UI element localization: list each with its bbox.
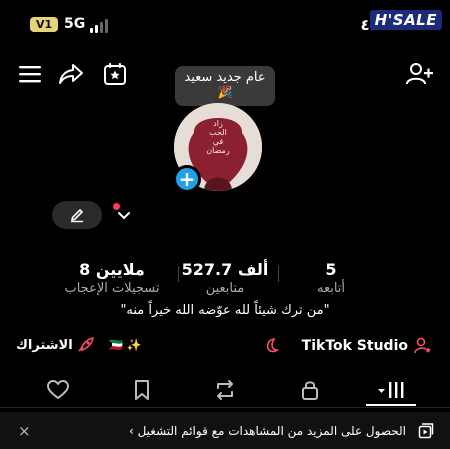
signal-icon — [90, 19, 110, 33]
chevron-left-icon: › — [128, 424, 134, 438]
menu-icon[interactable] — [16, 60, 44, 88]
stat-following[interactable]: 5 أتابعه — [296, 260, 366, 296]
add-user-icon[interactable] — [404, 59, 436, 89]
calendar-star-icon[interactable] — [100, 59, 130, 89]
banner-text-wrap: الحصول على المزيد من المشاهدات مع قوائم … — [129, 424, 406, 438]
avatar-caption-line: الحب — [209, 128, 227, 137]
following-label: أتابعه — [316, 281, 346, 296]
flag-emojis: 🇰🇼 ✨ — [108, 338, 142, 352]
tiktok-studio-label: TikTok Studio — [301, 338, 408, 354]
tiktok-studio-link[interactable]: TikTok Studio — [266, 337, 432, 355]
close-icon[interactable]: × — [18, 422, 31, 440]
moon-icon — [266, 337, 279, 353]
playlist-banner[interactable]: × الحصول على المزيد من المشاهدات مع قوائ… — [0, 412, 450, 449]
stat-likes[interactable]: 8 ملايين تسجيلات الإعجاب — [64, 260, 160, 296]
stat-divider — [178, 266, 179, 282]
heart-icon — [47, 380, 69, 399]
likes-count: 8 ملايين — [79, 260, 145, 279]
tab-liked[interactable] — [38, 372, 78, 408]
playlist-icon — [418, 423, 434, 443]
banner-text: الحصول على المزيد من المشاهدات مع قوائم … — [137, 424, 406, 438]
avatar-caption-line: زاد — [213, 119, 223, 128]
edit-profile-button[interactable] — [52, 201, 102, 229]
new-year-tooltip: عام جديد سعيد 🎉 — [175, 66, 275, 112]
lock-icon — [302, 381, 318, 400]
chevron-down-icon[interactable] — [117, 206, 131, 225]
grid-icon — [378, 382, 404, 398]
stat-divider — [278, 266, 279, 282]
followers-count: 527.7 ألف — [181, 260, 269, 279]
subscribe-link[interactable]: الاشتراك — [16, 337, 95, 353]
rocket-icon — [78, 337, 94, 352]
watermark: H'SALE — [369, 10, 442, 30]
add-story-button[interactable]: + — [173, 165, 201, 193]
tab-private[interactable] — [290, 372, 330, 408]
share-icon[interactable] — [56, 59, 86, 89]
active-tab-indicator — [366, 404, 416, 406]
repost-icon — [217, 380, 233, 400]
subscribe-label: الاشتراك — [16, 337, 73, 353]
tab-saved[interactable] — [122, 372, 162, 408]
avatar-caption-line: رمضان — [206, 146, 230, 155]
bookmark-icon — [135, 380, 149, 400]
tooltip-text: عام جديد سعيد — [184, 70, 266, 85]
likes-label: تسجيلات الإعجاب — [64, 281, 160, 296]
sim-badge: V1 — [30, 17, 59, 32]
party-icon: 🎉 — [217, 85, 233, 99]
pencil-icon — [71, 209, 83, 223]
profile-bio: "من ترك شيئاً لله عوّضه الله خيراً منه" — [120, 303, 330, 318]
user-star-icon — [414, 337, 431, 354]
followers-label: متابعين — [205, 281, 245, 296]
tab-videos[interactable] — [370, 372, 414, 408]
stat-followers[interactable]: 527.7 ألف متابعين — [180, 260, 270, 296]
avatar-caption: زاد الحب في رمضان — [200, 119, 236, 155]
tab-reposts[interactable] — [205, 372, 245, 408]
network-type: 5G — [64, 16, 86, 32]
following-count: 5 — [325, 260, 337, 279]
profile-tabs — [0, 372, 450, 408]
avatar-caption-line: في — [212, 137, 224, 146]
